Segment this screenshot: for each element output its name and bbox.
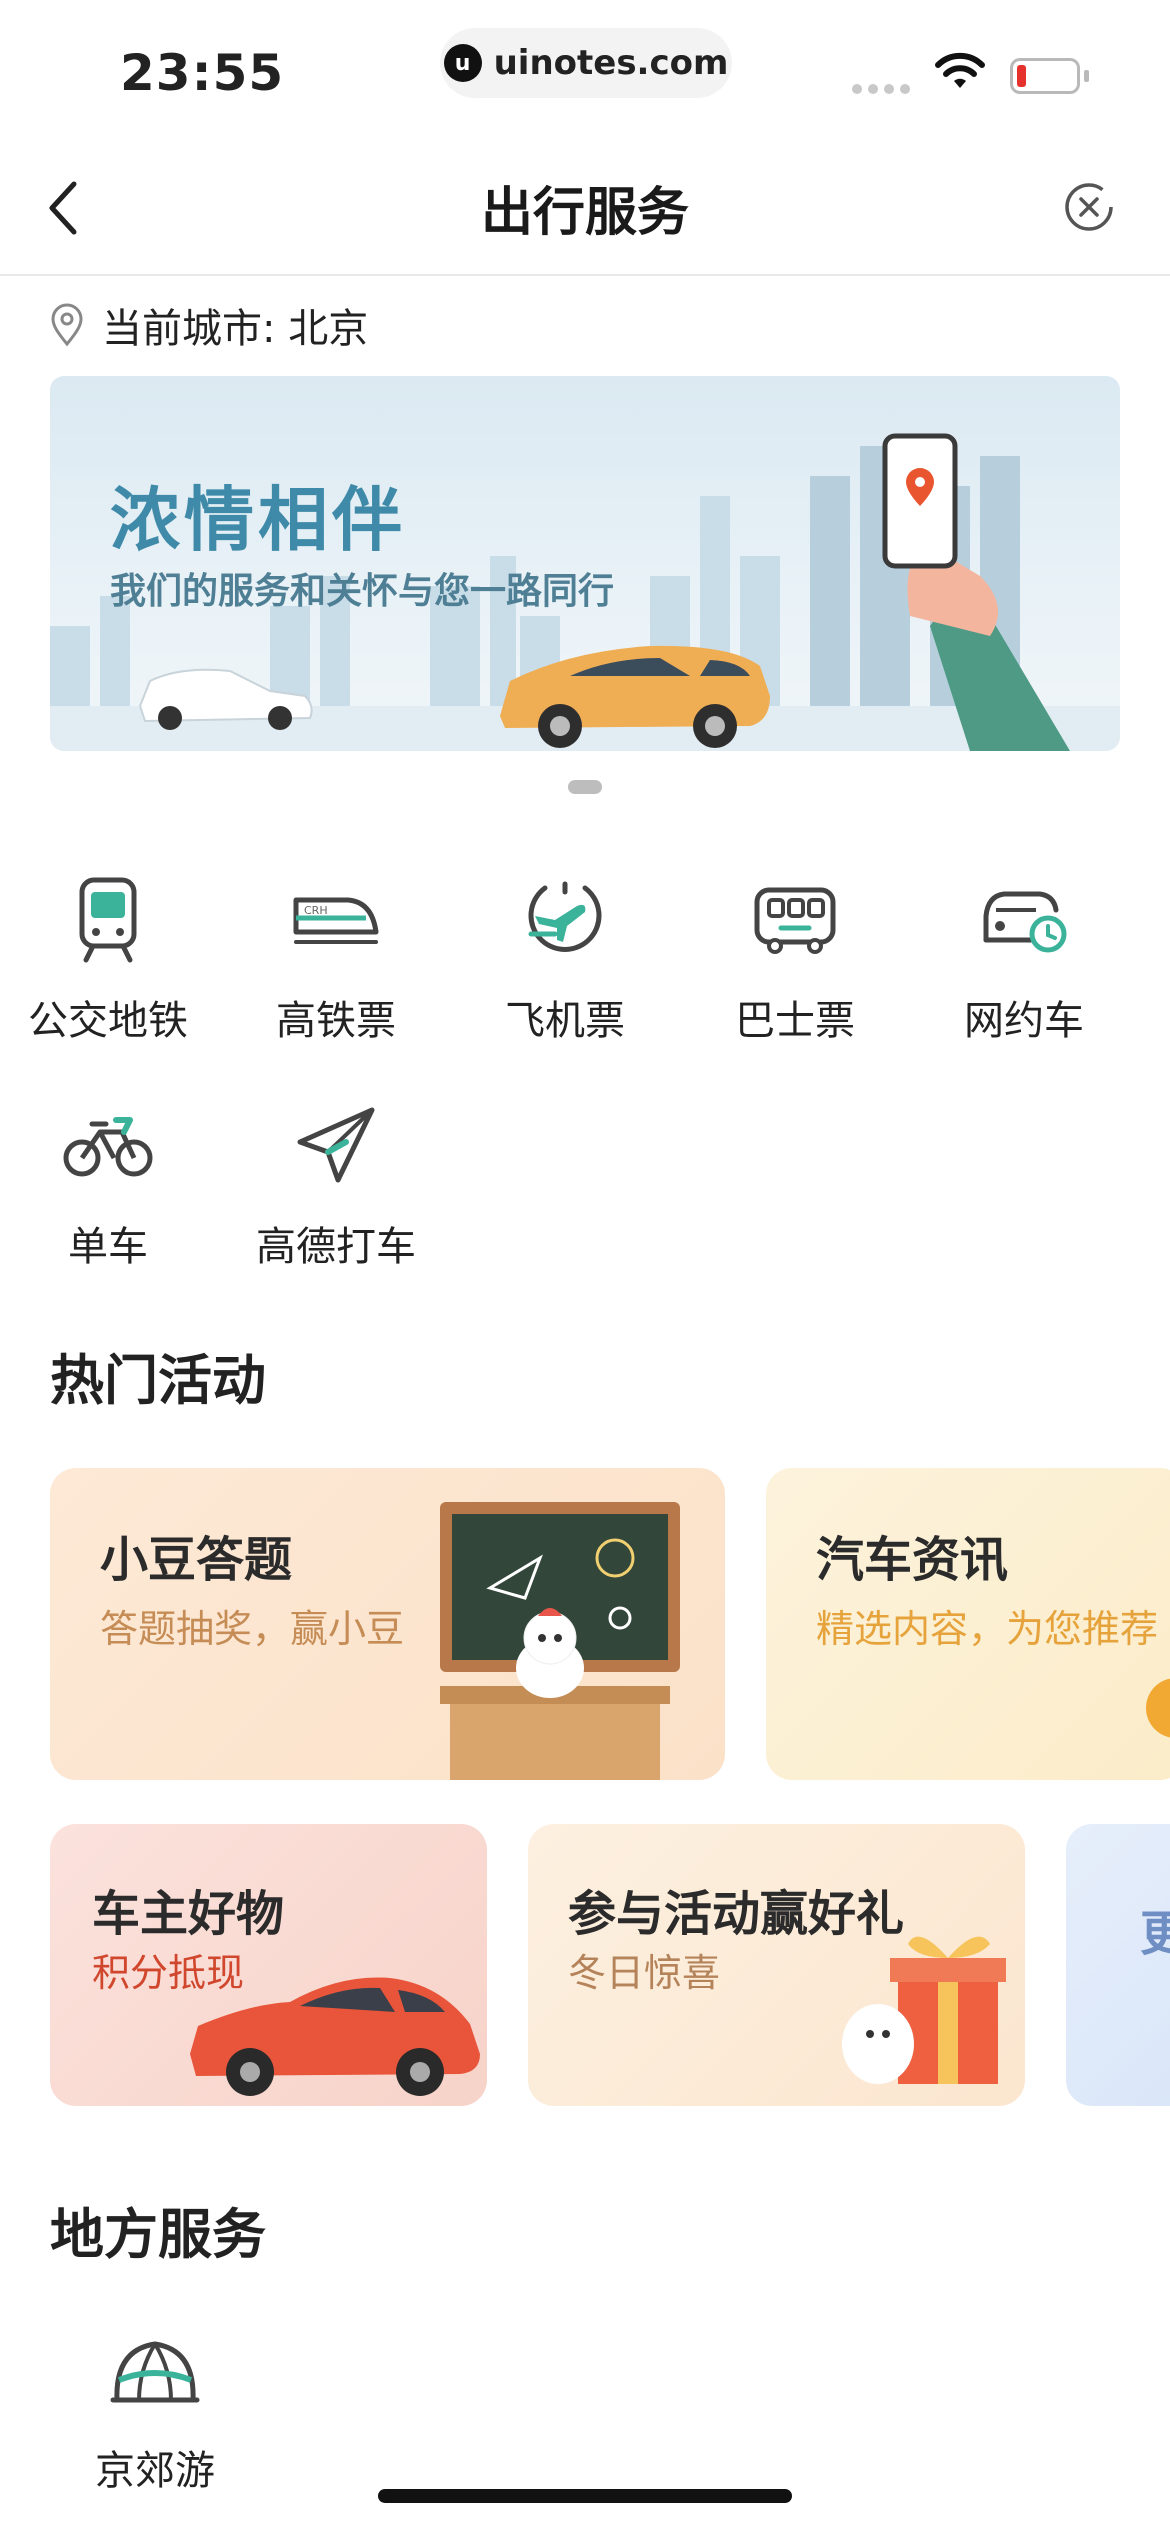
blackboard-illustration [440, 1502, 680, 1780]
promo-banner[interactable]: 浓情相伴 我们的服务和关怀与您一路同行 [50, 376, 1120, 751]
card-title: 小豆答题 [100, 1532, 293, 1588]
local-services-title: 地方服务 [50, 2203, 266, 2266]
car-news-decoration [1146, 1678, 1170, 1738]
service-label: 网约车 [964, 998, 1084, 1044]
service-jingjiao-tour[interactable]: 京郊游 [40, 2320, 270, 2496]
site-logo-icon: u [443, 44, 482, 82]
service-label: 公交地铁 [28, 998, 188, 1044]
bus-icon [754, 887, 836, 954]
page-title: 出行服务 [480, 183, 689, 243]
service-gaode-taxi[interactable]: 高德打车 [221, 1096, 451, 1272]
battery-icon [1010, 58, 1080, 94]
service-plane[interactable]: 飞机票 [450, 870, 680, 1046]
red-car-illustration [190, 1977, 480, 2096]
subway-icon [79, 877, 137, 963]
gift-box-illustration [842, 1936, 1006, 2084]
cellular-signal-icon [852, 84, 910, 94]
train-icon: CRH [293, 897, 379, 944]
card-more[interactable]: 更 [1066, 1824, 1170, 2106]
service-ride-hailing[interactable]: 网约车 [909, 870, 1139, 1046]
battery-cap [1084, 70, 1089, 82]
current-city-label: 当前城市: 北京 [102, 306, 369, 352]
card-title: 更 [1140, 1906, 1170, 1962]
card-title: 汽车资讯 [816, 1532, 1009, 1588]
service-bike[interactable]: 单车 [0, 1096, 223, 1272]
service-train[interactable]: CRH 高铁票 [221, 870, 451, 1046]
carousel-indicator [568, 780, 602, 794]
card-car-news[interactable]: 汽车资讯 精选内容，为您推荐 [766, 1468, 1170, 1780]
bike-icon [63, 1117, 153, 1177]
service-label: 京郊游 [95, 2448, 215, 2494]
wifi-icon [935, 52, 985, 88]
hot-activities-title: 热门活动 [50, 1349, 266, 1412]
location-pin-icon [51, 303, 83, 347]
service-label: 高铁票 [276, 998, 396, 1044]
tent-icon [110, 2341, 200, 2403]
service-label: 高德打车 [256, 1224, 416, 1270]
svg-text:CRH: CRH [304, 904, 328, 917]
nav-divider [0, 274, 1170, 276]
url-text: uinotes.com [493, 43, 729, 83]
url-pill[interactable]: u uinotes.com [440, 28, 732, 98]
hand-phone [882, 433, 1070, 751]
close-mini-program-icon[interactable] [1062, 180, 1116, 234]
service-bus[interactable]: 巴士票 [680, 870, 910, 1046]
plane-icon [528, 881, 602, 952]
card-title: 车主好物 [92, 1886, 285, 1942]
home-indicator[interactable] [378, 2489, 792, 2503]
card-activity-gift[interactable]: 参与活动赢好礼 冬日惊喜 [528, 1824, 1025, 2106]
service-label: 飞机票 [505, 998, 625, 1044]
card-subtitle: 精选内容，为您推荐 [816, 1607, 1159, 1651]
card-owner-goods[interactable]: 车主好物 积分抵现 [50, 1824, 487, 2106]
ride-hailing-icon [983, 891, 1067, 953]
status-time: 23:55 [120, 44, 285, 102]
card-subtitle: 答题抽奖，赢小豆 [100, 1607, 405, 1651]
service-label: 巴士票 [735, 998, 855, 1044]
card-subtitle: 冬日惊喜 [568, 1951, 721, 1995]
service-subway[interactable]: 公交地铁 [0, 870, 223, 1046]
paper-plane-icon [297, 1107, 375, 1183]
current-city-row[interactable]: 当前城市: 北京 [50, 296, 368, 354]
card-quiz[interactable]: 小豆答题 答题抽奖，赢小豆 [50, 1468, 725, 1780]
banner-subtitle: 我们的服务和关怀与您一路同行 [110, 571, 615, 612]
service-label: 单车 [68, 1224, 148, 1270]
banner-title: 浓情相伴 [110, 479, 406, 561]
